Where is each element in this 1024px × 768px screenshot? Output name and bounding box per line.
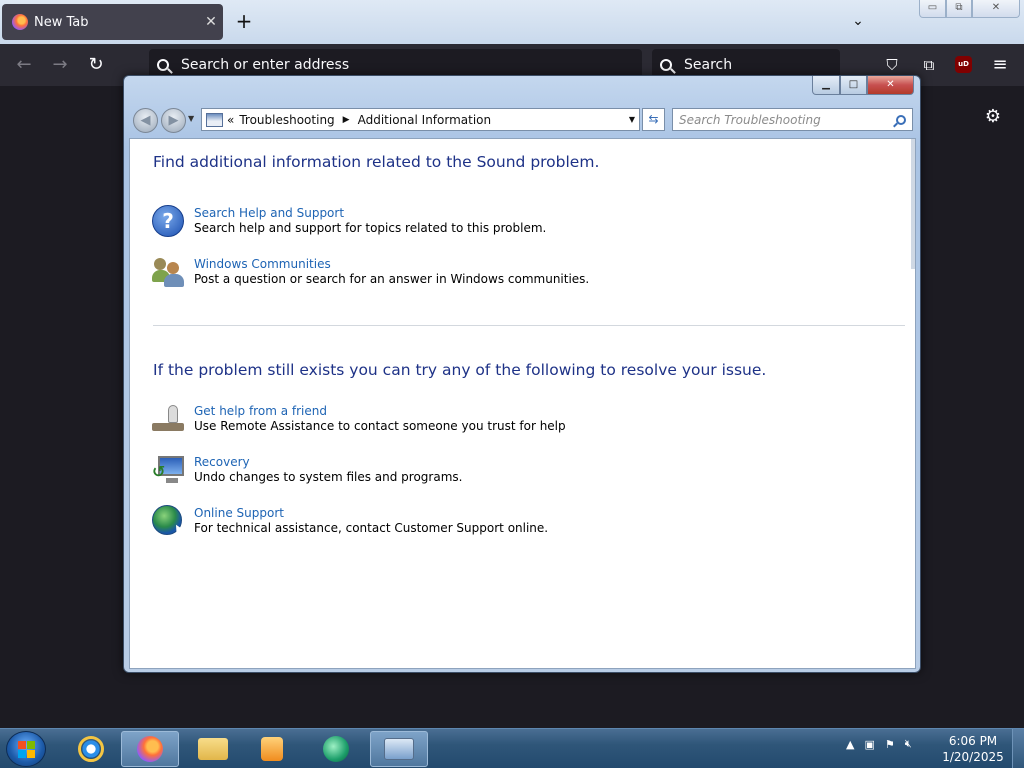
media-player-icon	[261, 737, 283, 761]
window-caption-buttons: ▁ □ ✕	[812, 76, 914, 95]
windows-communities-link[interactable]: Windows Communities	[194, 257, 589, 272]
chat-bubble-icon	[323, 736, 349, 762]
window-maximize-button[interactable]: □	[840, 76, 867, 95]
troubleshooting-window: ▁ □ ✕ ◀ ▶ ▼ « Troubleshooting ▶ Addition…	[123, 75, 921, 673]
volume-muted-icon[interactable]: 🔇︎	[905, 737, 912, 751]
windows-communities-desc: Post a question or search for an answer …	[194, 272, 590, 286]
browser-restore-button[interactable]: ⧉	[946, 0, 972, 18]
section-divider	[153, 325, 905, 326]
start-button[interactable]	[6, 731, 46, 767]
tab-new-tab[interactable]: New Tab ✕	[2, 4, 223, 40]
taskbar-firefox[interactable]	[121, 731, 179, 767]
search-help-desc: Search help and support for topics relat…	[194, 221, 547, 235]
list-item-search-help[interactable]: ? Search Help and Support Search help an…	[152, 205, 546, 239]
list-item-windows-communities[interactable]: Windows Communities Post a question or s…	[152, 256, 589, 290]
globe-icon	[152, 505, 188, 539]
list-item-online-support[interactable]: Online Support For technical assistance,…	[152, 505, 548, 539]
back-button[interactable]: ←	[10, 52, 38, 78]
close-tab-icon[interactable]: ✕	[199, 14, 223, 30]
search-icon	[157, 59, 169, 71]
refresh-button[interactable]: ⇆	[642, 108, 665, 131]
taskbar-app[interactable]	[307, 731, 365, 767]
show-desktop-button[interactable]	[1012, 729, 1024, 768]
internet-explorer-icon	[78, 736, 104, 762]
address-dropdown-icon[interactable]: ▼	[629, 115, 635, 124]
window-close-button[interactable]: ✕	[867, 76, 914, 95]
search-icon	[660, 59, 672, 71]
clock-time: 6:06 PM	[948, 734, 998, 748]
section-heading-resolve: If the problem still exists you can try …	[153, 361, 767, 379]
remote-assistance-icon	[152, 403, 186, 437]
get-help-friend-link[interactable]: Get help from a friend	[194, 404, 566, 419]
search-bar-placeholder: Search	[684, 57, 733, 73]
search-troubleshooting-input[interactable]: Search Troubleshooting	[672, 108, 913, 131]
url-bar-placeholder: Search or enter address	[181, 57, 350, 73]
breadcrumb-troubleshooting[interactable]: Troubleshooting	[239, 113, 334, 127]
taskbar: ▲ ▣ ⚑ 🔇︎ 6:06 PM 1/20/2025	[0, 728, 1024, 768]
list-item-get-help-friend[interactable]: Get help from a friend Use Remote Assist…	[152, 403, 566, 437]
scrollbar[interactable]	[911, 139, 915, 269]
browser-close-button[interactable]: ✕	[972, 0, 1020, 18]
forward-button[interactable]: →	[46, 52, 74, 78]
section-heading-additional-info: Find additional information related to t…	[153, 153, 600, 171]
recovery-desc: Undo changes to system files and program…	[194, 470, 463, 484]
browser-minimize-button[interactable]: ▭	[919, 0, 946, 18]
explorer-back-button[interactable]: ◀	[133, 108, 158, 133]
control-panel-icon	[206, 112, 223, 127]
help-icon: ?	[152, 205, 186, 239]
new-tab-settings-icon[interactable]: ⚙	[980, 104, 1006, 130]
search-icon[interactable]	[896, 114, 906, 125]
explorer-forward-button[interactable]: ▶	[161, 108, 186, 133]
breadcrumb-separator-icon[interactable]: ▶	[343, 115, 350, 125]
network-icon[interactable]: ▣	[864, 738, 874, 751]
menu-icon[interactable]: ≡	[987, 52, 1013, 78]
clock-date: 1/20/2025	[942, 750, 1004, 764]
search-help-link[interactable]: Search Help and Support	[194, 206, 546, 221]
get-help-friend-desc: Use Remote Assistance to contact someone…	[194, 419, 566, 433]
browser-tab-bar: New Tab ✕ + ⌄ ▭ ⧉ ✕	[0, 0, 1024, 44]
firefox-logo-icon	[12, 14, 28, 30]
ublock-icon[interactable]: uD	[955, 56, 972, 73]
tab-title: New Tab	[34, 14, 89, 30]
reload-button[interactable]: ↻	[82, 52, 110, 78]
address-overflow-icon[interactable]: «	[227, 113, 234, 127]
recent-pages-dropdown-icon[interactable]: ▼	[188, 114, 194, 123]
address-bar[interactable]: « Troubleshooting ▶ Additional Informati…	[201, 108, 640, 131]
clock[interactable]: 6:06 PM 1/20/2025	[940, 733, 1006, 765]
action-center-flag-icon[interactable]: ⚑	[885, 738, 895, 751]
list-item-recovery[interactable]: ↺ Recovery Undo changes to system files …	[152, 454, 462, 488]
control-panel-icon	[384, 738, 414, 760]
taskbar-internet-explorer[interactable]	[62, 731, 120, 767]
show-hidden-icons-button[interactable]: ▲	[846, 738, 854, 751]
search-troubleshooting-placeholder: Search Troubleshooting	[679, 112, 821, 127]
recovery-icon: ↺	[152, 454, 186, 488]
list-all-tabs-button[interactable]: ⌄	[847, 10, 869, 32]
window-minimize-button[interactable]: ▁	[812, 76, 840, 95]
notification-area: ▲ ▣ ⚑ 🔇︎	[846, 737, 922, 751]
new-tab-button[interactable]: +	[232, 10, 256, 34]
firefox-icon	[137, 736, 163, 762]
online-support-link[interactable]: Online Support	[194, 506, 548, 521]
taskbar-media-player[interactable]	[243, 731, 301, 767]
taskbar-control-panel[interactable]	[370, 731, 428, 767]
recovery-link[interactable]: Recovery	[194, 455, 462, 470]
extensions-icon[interactable]: ⧉	[916, 52, 942, 78]
communities-icon	[152, 256, 186, 290]
windows-logo-icon	[18, 741, 36, 759]
folder-icon	[198, 738, 228, 760]
content-pane: Find additional information related to t…	[129, 138, 916, 669]
breadcrumb-additional-information[interactable]: Additional Information	[358, 113, 492, 127]
taskbar-file-explorer[interactable]	[184, 731, 242, 767]
online-support-desc: For technical assistance, contact Custom…	[194, 521, 549, 535]
